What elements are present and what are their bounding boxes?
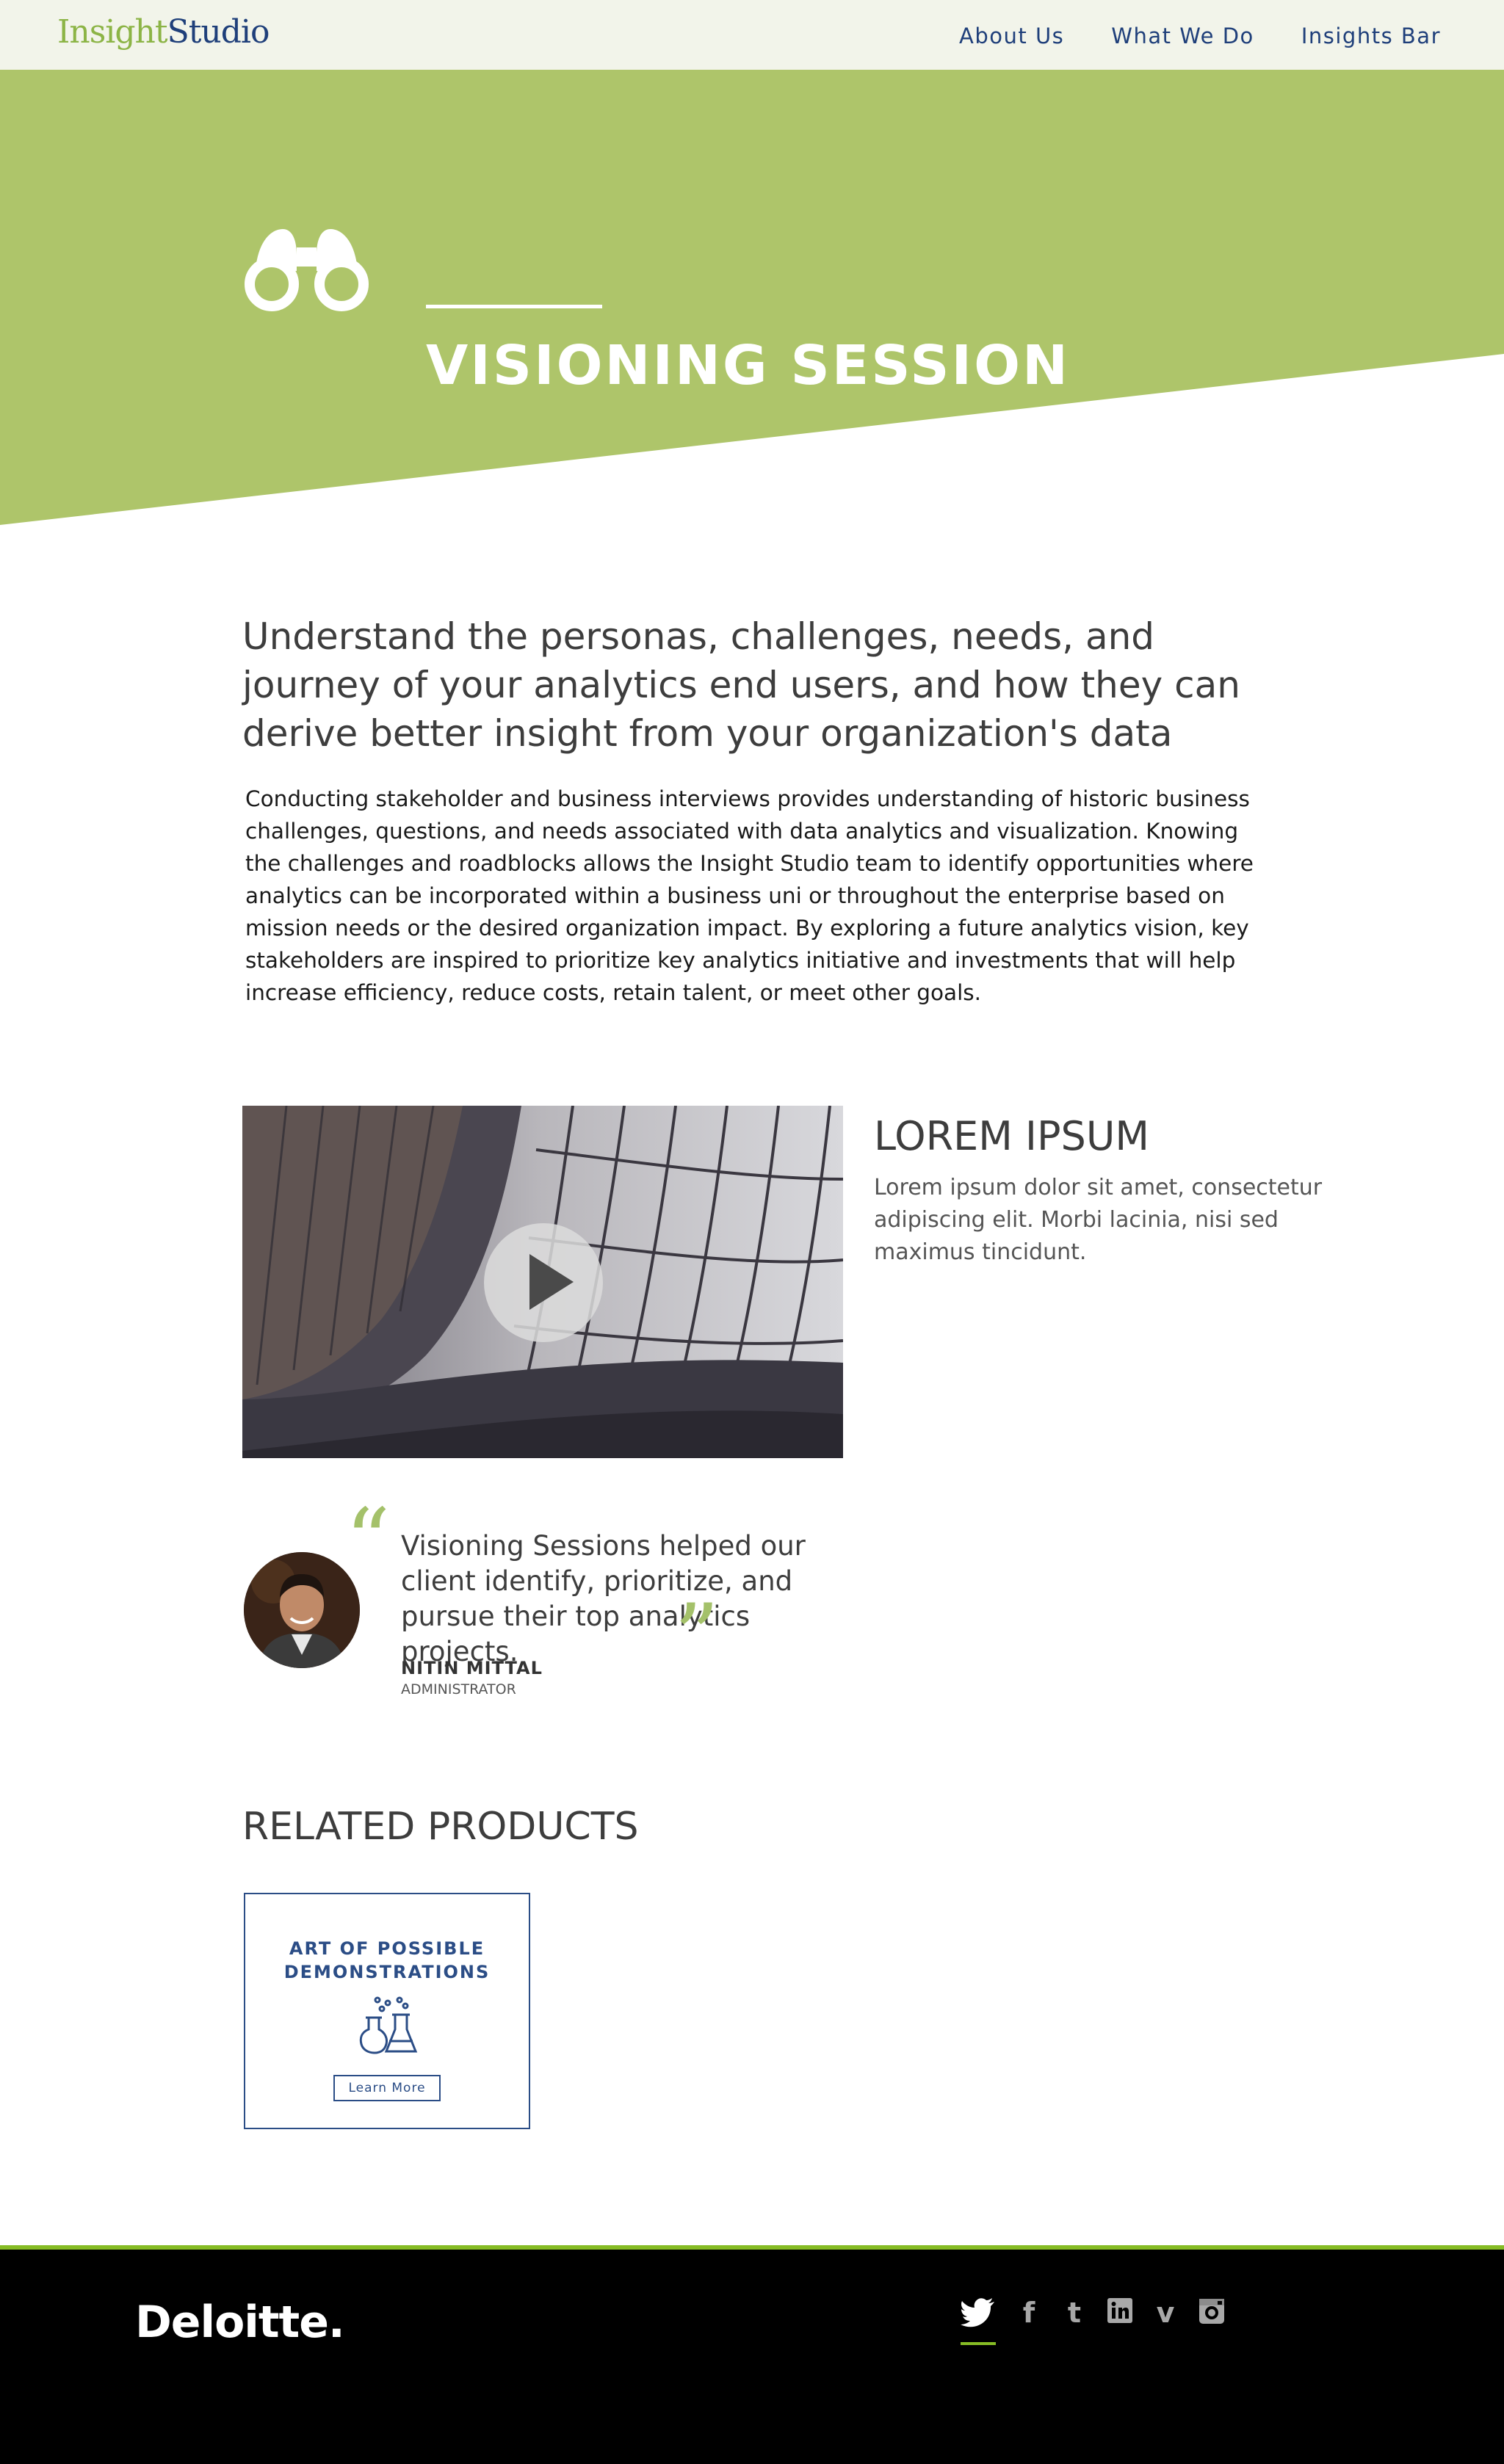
flask-icon xyxy=(359,1996,418,2054)
footer: Deloitte. f t v xyxy=(0,2245,1504,2464)
testimonial-role: ADMINISTRATOR xyxy=(401,1681,516,1697)
tumblr-icon[interactable]: t xyxy=(1062,2298,1087,2327)
twitter-icon[interactable] xyxy=(961,2298,996,2327)
close-quote-icon: ” xyxy=(674,1586,720,1688)
video-player[interactable] xyxy=(242,1106,843,1458)
open-quote-icon: “ xyxy=(345,1490,391,1592)
insight-studio-logo[interactable]: InsightStudio xyxy=(57,13,270,51)
logo-part-insight: Insight xyxy=(57,13,168,51)
social-links: f t v xyxy=(961,2298,1224,2327)
hero-divider-line xyxy=(426,305,602,308)
learn-more-button[interactable]: Learn More xyxy=(333,2075,441,2101)
vimeo-icon[interactable]: v xyxy=(1153,2298,1178,2327)
related-products-title: RELATED PRODUCTS xyxy=(242,1805,639,1849)
intro-headline: Understand the personas, challenges, nee… xyxy=(242,615,1240,755)
deloitte-logo[interactable]: Deloitte. xyxy=(135,2297,345,2348)
twitter-active-underline xyxy=(961,2342,996,2345)
linkedin-icon[interactable] xyxy=(1107,2298,1132,2327)
instagram-icon[interactable] xyxy=(1198,2298,1224,2327)
feature-title: LOREM IPSUM xyxy=(874,1113,1149,1159)
hero-banner: VISIONING SESSION xyxy=(0,70,1504,525)
logo-part-studio: Studio xyxy=(167,13,270,51)
play-button[interactable] xyxy=(484,1223,603,1342)
feature-text: Lorem ipsum dolor sit amet, consectetur … xyxy=(874,1175,1323,1265)
nav-links: About Us What We Do Insights Bar xyxy=(959,23,1441,48)
testimonial-author: NITIN MITTAL xyxy=(401,1658,543,1678)
avatar-portrait xyxy=(244,1552,360,1668)
product-card[interactable]: ART OF POSSIBLE DEMONSTRATIONS Learn Mor… xyxy=(244,1893,530,2129)
nav-link-about-us[interactable]: About Us xyxy=(959,23,1064,48)
top-nav: InsightStudio About Us What We Do Insigh… xyxy=(0,0,1504,70)
hero-background xyxy=(0,70,1504,525)
testimonial-quote: Visioning Sessions helped our client ide… xyxy=(401,1530,806,1667)
nav-link-what-we-do[interactable]: What We Do xyxy=(1111,23,1254,48)
page-title: VISIONING SESSION xyxy=(426,334,1070,397)
avatar xyxy=(244,1552,360,1668)
product-card-title: ART OF POSSIBLE DEMONSTRATIONS xyxy=(283,1938,491,1982)
intro-body: Conducting stakeholder and business inte… xyxy=(245,786,1254,1005)
binoculars-icon xyxy=(245,229,369,311)
facebook-icon[interactable]: f xyxy=(1016,2298,1041,2327)
nav-link-insights-bar[interactable]: Insights Bar xyxy=(1301,23,1441,48)
